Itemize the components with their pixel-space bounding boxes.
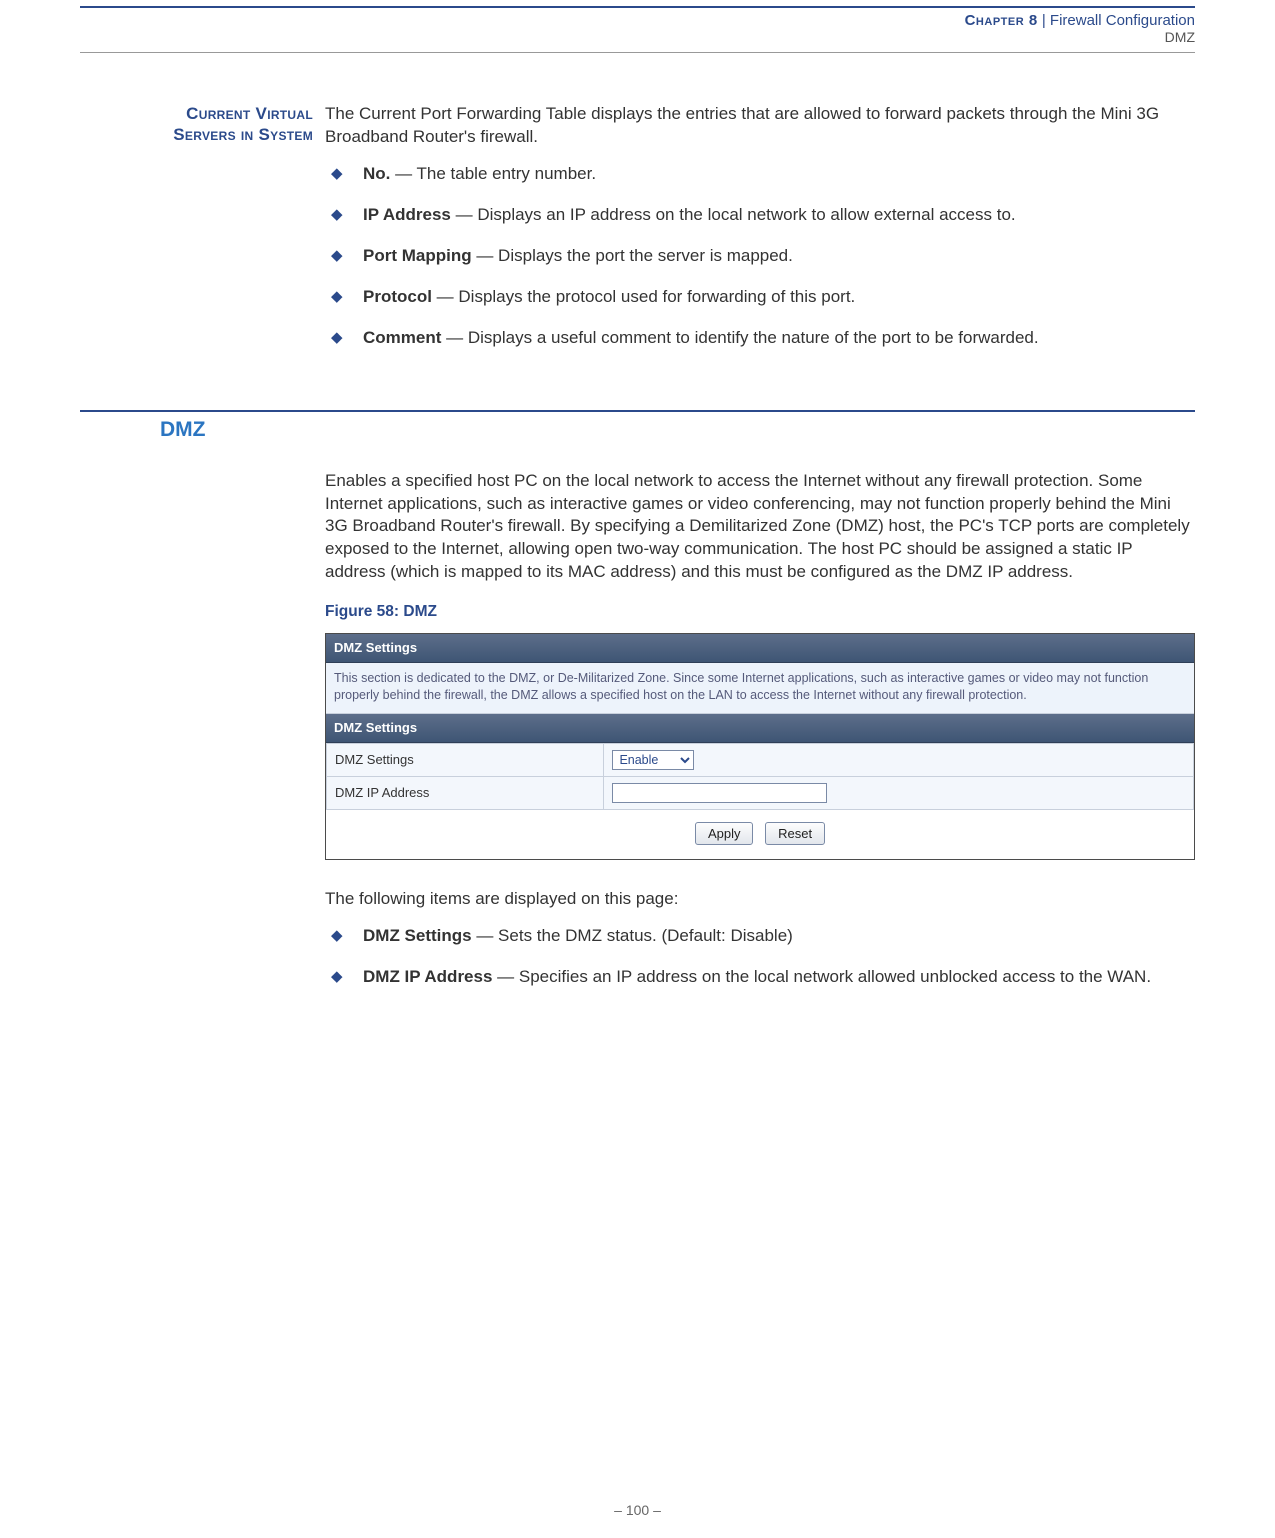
- apply-button[interactable]: Apply: [695, 822, 754, 845]
- list-item: IP Address — Displays an IP address on t…: [325, 204, 1195, 227]
- dmz-form-table: DMZ Settings Enable DMZ IP Address: [326, 743, 1194, 810]
- list-desc: — The table entry number.: [390, 164, 596, 183]
- list-term: Comment: [363, 328, 441, 347]
- table-row: DMZ Settings Enable: [327, 744, 1194, 777]
- dmz-body-text: Enables a specified host PC on the local…: [325, 470, 1195, 585]
- section-heading-dmz: DMZ: [160, 418, 1195, 442]
- header-subsection: DMZ: [1165, 29, 1195, 45]
- list-item: DMZ IP Address — Specifies an IP address…: [325, 966, 1195, 989]
- followup-intro: The following items are displayed on thi…: [325, 888, 1195, 911]
- dmz-settings-screenshot: DMZ Settings This section is dedicated t…: [325, 633, 1195, 860]
- form-label-dmz-settings: DMZ Settings: [327, 744, 604, 777]
- reset-button[interactable]: Reset: [765, 822, 825, 845]
- panel-title-bar: DMZ Settings: [326, 714, 1194, 743]
- chapter-title: Firewall Configuration: [1050, 12, 1195, 29]
- panel-title-bar: DMZ Settings: [326, 634, 1194, 663]
- dmz-ip-address-input[interactable]: [612, 783, 827, 803]
- list-term: IP Address: [363, 205, 451, 224]
- list-item: Comment — Displays a useful comment to i…: [325, 327, 1195, 350]
- list-term: Port Mapping: [363, 246, 472, 265]
- list-term: DMZ Settings: [363, 926, 472, 945]
- page-footer: – 100 –: [0, 1502, 1275, 1518]
- list-term: Protocol: [363, 287, 432, 306]
- virtual-servers-list: No. — The table entry number. IP Address…: [325, 163, 1195, 350]
- header-separator: |: [1042, 12, 1046, 29]
- panel-description: This section is dedicated to the DMZ, or…: [326, 663, 1194, 715]
- list-term: DMZ IP Address: [363, 967, 492, 986]
- list-desc: — Displays the protocol used for forward…: [432, 287, 855, 306]
- section-side-heading-virtual-servers: Current Virtual Servers in System: [80, 103, 325, 146]
- side-heading-line: Current Virtual: [186, 104, 313, 123]
- list-desc: — Displays the port the server is mapped…: [472, 246, 793, 265]
- page-number: – 100 –: [614, 1502, 661, 1518]
- list-item: No. — The table entry number.: [325, 163, 1195, 186]
- list-desc: — Displays a useful comment to identify …: [441, 328, 1038, 347]
- chapter-label: Chapter 8: [965, 12, 1038, 29]
- list-item: Protocol — Displays the protocol used fo…: [325, 286, 1195, 309]
- dmz-items-list: DMZ Settings — Sets the DMZ status. (Def…: [325, 925, 1195, 989]
- list-item: Port Mapping — Displays the port the ser…: [325, 245, 1195, 268]
- list-term: No.: [363, 164, 390, 183]
- list-desc: — Displays an IP address on the local ne…: [451, 205, 1016, 224]
- list-item: DMZ Settings — Sets the DMZ status. (Def…: [325, 925, 1195, 948]
- page-header: Chapter 8 | Firewall Configuration DMZ: [0, 8, 1275, 52]
- virtual-servers-intro: The Current Port Forwarding Table displa…: [325, 103, 1195, 149]
- list-desc: — Sets the DMZ status. (Default: Disable…: [472, 926, 793, 945]
- dmz-settings-select[interactable]: Enable: [612, 750, 694, 770]
- side-heading-line: Servers in System: [173, 125, 313, 144]
- form-label-dmz-ip: DMZ IP Address: [327, 777, 604, 810]
- table-row: DMZ IP Address: [327, 777, 1194, 810]
- figure-caption: Figure 58: DMZ: [325, 602, 1195, 623]
- list-desc: — Specifies an IP address on the local n…: [492, 967, 1151, 986]
